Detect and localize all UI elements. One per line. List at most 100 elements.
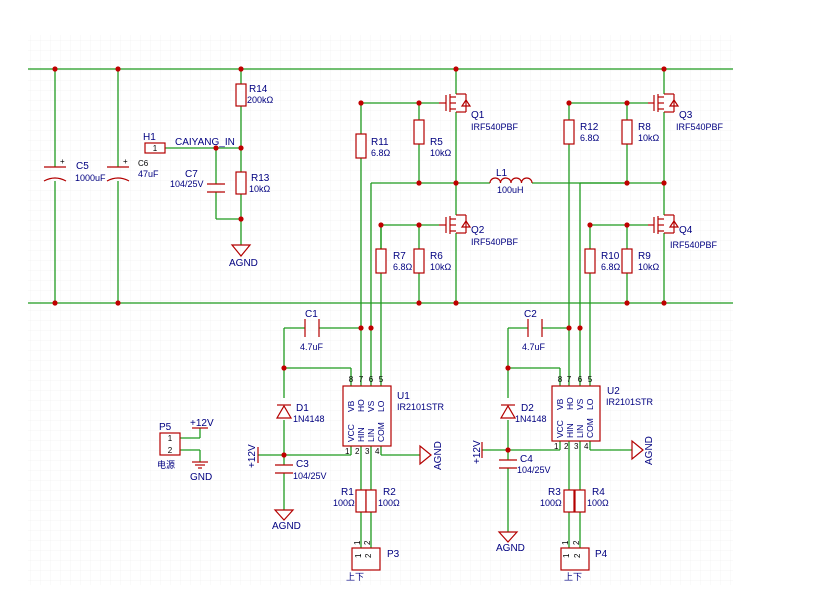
c3-value: 104/25V — [293, 471, 327, 481]
c5-ref: C5 — [76, 161, 89, 172]
d2-value: 1N4148 — [515, 414, 547, 424]
c4-ref: C4 — [520, 454, 533, 465]
power-12v-p5: +12V — [190, 418, 214, 429]
p3-pin1: 1 — [354, 553, 363, 558]
u1-pin7: 7 — [359, 375, 364, 384]
schematic-drawing: + C5 1000uF + C6 47uF R14 200kΩ R13 10kΩ… — [0, 0, 830, 603]
c1-value: 4.7uF — [300, 342, 324, 352]
p3-ref: P3 — [387, 549, 400, 560]
r7-ref: R7 — [393, 251, 406, 262]
u1-pin1: 1 — [345, 447, 350, 456]
c7-value: 104/25V — [170, 179, 204, 189]
c3-ref: C3 — [296, 459, 309, 470]
r9-value: 10kΩ — [638, 262, 660, 272]
d1-value: 1N4148 — [293, 414, 325, 424]
u1-pin6: 6 — [369, 375, 374, 384]
u1-vs: VS — [366, 400, 376, 412]
c5-value: 1000uF — [75, 173, 106, 183]
r11-ref: R11 — [371, 137, 389, 148]
c1-ref: C1 — [305, 309, 318, 320]
r14-value: 200kΩ — [247, 95, 274, 105]
p12v-label-p5: +12V — [190, 418, 214, 429]
r2-value: 100Ω — [378, 498, 400, 508]
r4-value: 100Ω — [587, 498, 609, 508]
q3-ref: Q3 — [679, 110, 693, 121]
p4-pin1-top: 1 — [561, 540, 570, 545]
u2-pin3: 3 — [574, 442, 579, 451]
agnd-label-1: AGND — [229, 258, 258, 269]
power-12v-u2: +12V — [472, 440, 483, 464]
u1-pin8: 8 — [349, 375, 354, 384]
r14-ref: R14 — [249, 84, 268, 95]
r11-value: 6.8Ω — [371, 148, 391, 158]
u1-hin: HIN — [356, 427, 366, 442]
svg-text:+: + — [123, 157, 128, 166]
r5-value: 10kΩ — [430, 148, 452, 158]
p4-pin2-top: 2 — [572, 540, 581, 545]
q3-value: IRF540PBF — [676, 122, 724, 132]
u1-pin4: 4 — [375, 447, 380, 456]
c2-ref: C2 — [524, 309, 537, 320]
p5-pin2: 2 — [168, 446, 173, 455]
q1-value: IRF540PBF — [471, 122, 519, 132]
u1-ref: U1 — [397, 391, 410, 402]
schematic-canvas: + C5 1000uF + C6 47uF R14 200kΩ R13 10kΩ… — [0, 0, 830, 603]
agnd-label-2: AGND — [272, 521, 301, 532]
u2-hin: HIN — [565, 423, 575, 438]
gnd-label: GND — [190, 472, 212, 483]
u1-lo: LO — [376, 400, 386, 412]
h1-ref: H1 — [143, 132, 156, 143]
r3-ref: R3 — [548, 487, 561, 498]
r1-value: 100Ω — [333, 498, 355, 508]
p3-pin2-top: 2 — [363, 540, 372, 545]
resistor-r10[interactable]: R10 6.8Ω — [584, 248, 621, 274]
u1-ho: HO — [356, 399, 366, 412]
u2-pin7: 7 — [567, 375, 572, 384]
p3-label: 上下 — [346, 572, 364, 582]
p5-pin1: 1 — [168, 434, 173, 443]
resistor-r11[interactable]: R11 6.8Ω — [355, 133, 391, 159]
p4-ref: P4 — [595, 549, 608, 560]
p4-pin1: 1 — [562, 553, 571, 558]
agnd-label-3: AGND — [433, 441, 444, 470]
caiyang-in-label: CAIYANG_IN — [175, 137, 235, 148]
resistor-r13[interactable]: R13 10kΩ — [235, 171, 271, 195]
u1-vcc: VCC — [346, 424, 356, 442]
agnd-label-5: AGND — [644, 436, 655, 465]
u2-pin5: 5 — [588, 375, 593, 384]
p12v-label-u1: +12V — [247, 444, 258, 468]
r8-ref: R8 — [638, 122, 651, 133]
u2-lin: LIN — [575, 425, 585, 438]
c2-value: 4.7uF — [522, 342, 546, 352]
d2-ref: D2 — [521, 403, 534, 414]
p12v-label-u2: +12V — [472, 440, 483, 464]
r9-ref: R9 — [638, 251, 651, 262]
u2-pin4: 4 — [584, 442, 589, 451]
u1-pin5: 5 — [379, 375, 384, 384]
q2-value: IRF540PBF — [471, 237, 519, 247]
u2-value: IR2101STR — [606, 397, 654, 407]
r13-ref: R13 — [251, 173, 270, 184]
resistor-r12[interactable]: R12 6.8Ω — [563, 119, 600, 145]
q2-ref: Q2 — [471, 225, 485, 236]
r12-value: 6.8Ω — [580, 133, 600, 143]
u2-pin8: 8 — [558, 375, 563, 384]
l1-ref: L1 — [496, 168, 508, 179]
p5-ref: P5 — [159, 422, 172, 433]
p3-pin2: 2 — [364, 553, 373, 558]
u1-lin: LIN — [366, 429, 376, 442]
r13-value: 10kΩ — [249, 184, 271, 194]
u2-lo: LO — [585, 398, 595, 410]
u1-vb: VB — [346, 400, 356, 412]
r4-ref: R4 — [592, 487, 605, 498]
u2-com: COM — [585, 418, 595, 438]
q4-value: IRF540PBF — [670, 240, 718, 250]
r7-value: 6.8Ω — [393, 262, 413, 272]
r1-ref: R1 — [341, 487, 354, 498]
u2-vcc: VCC — [555, 420, 565, 438]
power-12v-u1: +12V — [247, 444, 259, 468]
p5-label: 电源 — [157, 459, 175, 470]
svg-text:+: + — [60, 157, 65, 166]
u2-vb: VB — [555, 398, 565, 410]
q4-ref: Q4 — [679, 225, 693, 236]
